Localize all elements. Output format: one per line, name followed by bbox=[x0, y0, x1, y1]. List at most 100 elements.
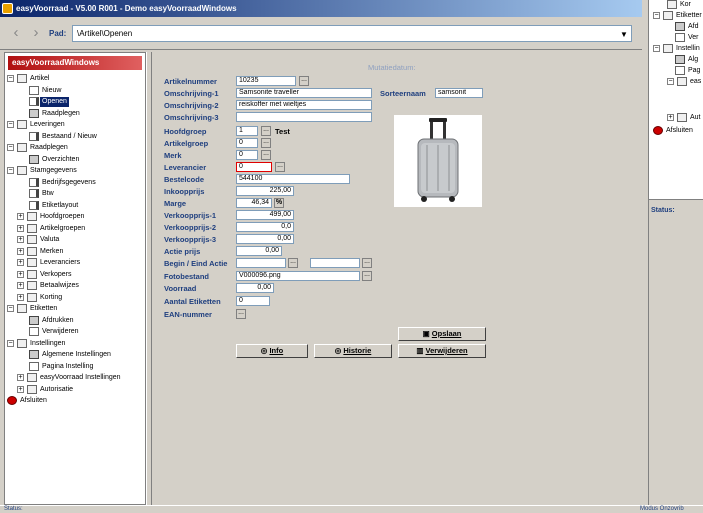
historie-button[interactable]: ◎ Historie bbox=[314, 344, 392, 358]
edit-icon bbox=[29, 131, 39, 141]
edit-icon bbox=[29, 189, 39, 198]
collapse-icon[interactable]: − bbox=[7, 305, 14, 312]
folder-icon bbox=[17, 74, 27, 83]
suitcase-image bbox=[417, 118, 459, 202]
omschrijving1-label: Omschrijving-1 bbox=[164, 89, 219, 98]
expand-icon[interactable]: + bbox=[17, 236, 24, 243]
sidebar-item-label: Artikel bbox=[30, 75, 50, 82]
expand-icon[interactable]: + bbox=[17, 247, 24, 255]
artikelgroep-field[interactable]: 0 bbox=[236, 138, 258, 148]
leverancier-lookup-button[interactable]: ... bbox=[275, 162, 285, 172]
begin-actie-field[interactable] bbox=[236, 258, 286, 268]
bestelcode-field[interactable]: 544100 bbox=[236, 174, 350, 184]
folder-icon bbox=[17, 143, 27, 152]
expand-icon[interactable]: + bbox=[17, 213, 24, 220]
ean-label: EAN-nummer bbox=[164, 310, 212, 319]
verkoopprijs1-label: Verkoopprijs-1 bbox=[164, 211, 217, 220]
save-button[interactable]: ▣ Opslaan bbox=[398, 327, 486, 341]
path-input[interactable]: \Artikel\Openen bbox=[72, 25, 632, 42]
chevron-left-icon[interactable]: ‹ bbox=[8, 25, 24, 41]
folder-icon bbox=[27, 258, 37, 267]
expand-icon[interactable]: + bbox=[17, 224, 24, 232]
history-icon: ◎ bbox=[334, 346, 342, 355]
folder-icon bbox=[27, 292, 37, 302]
folder-icon bbox=[677, 77, 687, 86]
expand-icon[interactable]: + bbox=[17, 293, 24, 301]
secondary-tree: Kor − Etiketter Afd Ver − Instellin Alg Pa… bbox=[649, 0, 703, 200]
save-label: Opslaan bbox=[431, 329, 462, 338]
collapse-icon[interactable]: − bbox=[653, 45, 660, 52]
hoofdgroep-field[interactable]: 1 bbox=[236, 126, 258, 136]
eind-actie-picker-button[interactable]: ... bbox=[362, 258, 372, 268]
folder-icon bbox=[17, 304, 27, 313]
info-button[interactable]: ◎ Info bbox=[236, 344, 308, 358]
voorraad-label: Voorraad bbox=[164, 284, 197, 293]
omschrijving1-field[interactable]: Samsonite traveller bbox=[236, 88, 372, 98]
fotobestand-browse-button[interactable]: ... bbox=[362, 271, 372, 281]
verkoopprijs3-field[interactable]: 0,00 bbox=[236, 234, 294, 244]
expand-icon[interactable]: + bbox=[17, 282, 24, 289]
folder-icon bbox=[27, 281, 37, 290]
sidebar-item-label: Verkopers bbox=[40, 270, 72, 278]
artikelnummer-lookup-button[interactable]: ... bbox=[299, 76, 309, 86]
sidebar-item-label: Stamgegevens bbox=[30, 167, 77, 174]
omschrijving2-label: Omschrijving-2 bbox=[164, 101, 219, 110]
leverancier-label: Leverancier bbox=[164, 163, 207, 172]
ean-lookup-button[interactable]: ... bbox=[236, 309, 246, 319]
actieprijs-label: Actie prijs bbox=[164, 247, 201, 256]
verkoopprijs2-field[interactable]: 0,0 bbox=[236, 222, 294, 232]
inkoopprijs-field[interactable]: 225,00 bbox=[236, 186, 294, 196]
chevron-right-icon[interactable]: › bbox=[28, 25, 44, 41]
sidebar-item-label: Etiketten bbox=[30, 305, 58, 312]
merk-label: Merk bbox=[164, 151, 182, 160]
merk-lookup-button[interactable]: ... bbox=[261, 150, 271, 160]
actieprijs-field[interactable]: 0,00 bbox=[236, 246, 282, 256]
collapse-icon[interactable]: − bbox=[7, 121, 14, 128]
window-title: easyVoorraad - V5.00 R001 - Demo easyVoo… bbox=[16, 4, 237, 13]
artikelgroep-lookup-button[interactable]: ... bbox=[261, 138, 271, 148]
delete-button[interactable]: ▥ Verwijderen bbox=[398, 344, 486, 358]
leverancier-field[interactable]: 0 bbox=[236, 162, 272, 172]
sidebar-item-label: Merken bbox=[40, 247, 64, 255]
sidebar-item-label: Autorisatie bbox=[40, 385, 74, 393]
expand-icon[interactable]: + bbox=[667, 114, 674, 121]
expand-icon[interactable]: + bbox=[17, 270, 24, 278]
navigation-tree: easyVoorraadWindows − Artikel Nieuw Openen R… bbox=[4, 52, 146, 505]
printer-icon bbox=[29, 315, 39, 325]
voorraad-field[interactable]: 0,00 bbox=[236, 283, 274, 293]
collapse-icon[interactable]: − bbox=[7, 144, 14, 151]
collapse-icon[interactable]: − bbox=[7, 75, 14, 82]
printer-icon bbox=[29, 350, 39, 359]
info-label: Info bbox=[269, 346, 284, 355]
omschrijving3-label: Omschrijving-3 bbox=[164, 113, 219, 122]
folder-icon bbox=[663, 44, 673, 53]
verkoopprijs1-field[interactable]: 499,00 bbox=[236, 210, 294, 220]
expand-icon[interactable]: + bbox=[17, 374, 24, 381]
artikelnummer-field[interactable]: 10235 bbox=[236, 76, 296, 86]
title-bar: easyVoorraad - V5.00 R001 - Demo easyVoo… bbox=[0, 0, 642, 17]
fotobestand-field[interactable]: V000096.png bbox=[236, 271, 360, 281]
expand-icon[interactable]: + bbox=[17, 259, 24, 266]
sorteernaam-field[interactable]: samsonit bbox=[435, 88, 483, 98]
begin-actie-picker-button[interactable]: ... bbox=[288, 258, 298, 268]
omschrijving2-field[interactable]: reiskoffer met wieltjes bbox=[236, 100, 372, 110]
folder-icon bbox=[27, 223, 37, 233]
collapse-icon[interactable]: − bbox=[667, 78, 674, 85]
tree-item-label: Etiketter bbox=[676, 12, 702, 19]
tree-item-label: Pag bbox=[688, 67, 701, 74]
merk-field[interactable]: 0 bbox=[236, 150, 258, 160]
collapse-icon[interactable]: − bbox=[653, 12, 660, 19]
trash-icon: ▥ bbox=[416, 346, 424, 355]
secondary-status-label: Status: bbox=[651, 207, 675, 214]
eind-actie-field[interactable] bbox=[310, 258, 360, 268]
triangle-down-icon[interactable]: ▼ bbox=[620, 30, 628, 39]
expand-icon[interactable]: + bbox=[17, 385, 24, 393]
marge-field[interactable]: 46,34 bbox=[236, 198, 272, 208]
collapse-icon[interactable]: − bbox=[7, 167, 14, 174]
collapse-icon[interactable]: − bbox=[7, 339, 14, 347]
omschrijving3-field[interactable] bbox=[236, 112, 372, 122]
aantal-etiketten-field[interactable]: 0 bbox=[236, 296, 270, 306]
exit-icon bbox=[653, 126, 663, 135]
document-icon bbox=[675, 66, 685, 75]
hoofdgroep-lookup-button[interactable]: ... bbox=[261, 126, 271, 136]
